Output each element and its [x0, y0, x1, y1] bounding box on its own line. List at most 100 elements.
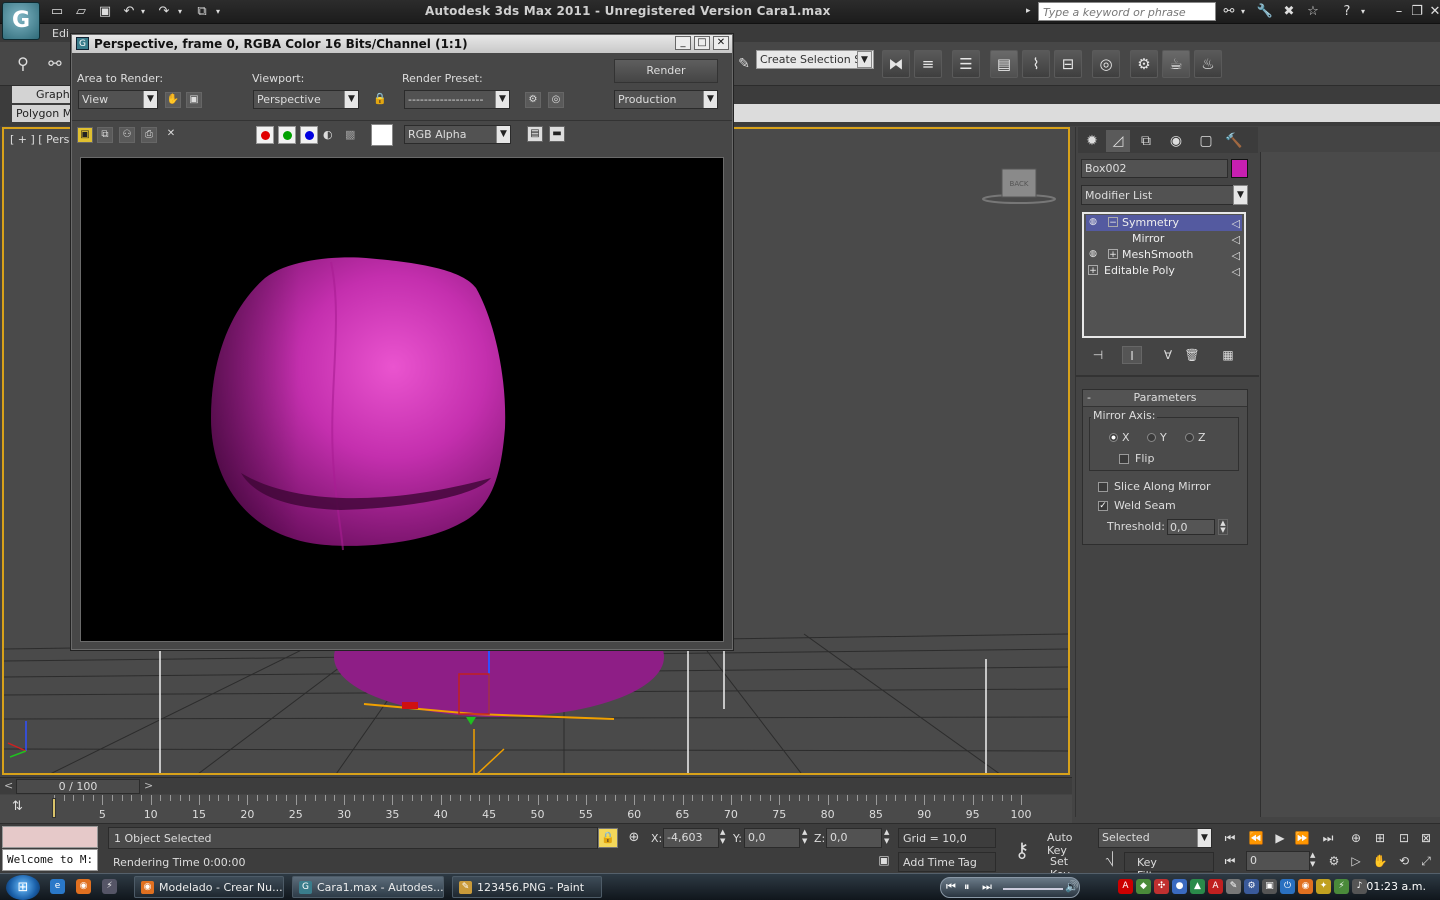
slice-along-mirror-checkbox[interactable]: Slice Along Mirror — [1098, 480, 1211, 493]
render-button[interactable]: Render — [614, 59, 718, 83]
time-tag-icon[interactable]: ▣ — [874, 853, 894, 871]
media-next-icon[interactable]: ⏭ — [982, 880, 992, 894]
dropdown-arrow-icon[interactable]: ▼ — [703, 91, 717, 108]
flip-checkbox[interactable]: Flip — [1119, 452, 1154, 465]
redo-dropdown-icon[interactable]: ▾ — [175, 3, 185, 20]
y-coordinate-field[interactable]: 0,0 — [744, 828, 800, 848]
selection-set-dropdown-icon[interactable]: ▼ — [857, 51, 872, 68]
key-mode-toggle-icon[interactable]: ⏮ — [1220, 851, 1240, 871]
current-frame-field[interactable]: 0 — [1246, 851, 1310, 871]
display-channel-dropdown[interactable]: RGB Alpha ▼ — [404, 125, 511, 144]
dropdown-arrow-icon[interactable]: ▼ — [1197, 829, 1211, 847]
application-button[interactable]: G — [2, 2, 40, 40]
clone-window-icon[interactable]: ⚇ — [119, 127, 135, 143]
render-minimize-icon[interactable]: _ — [675, 36, 691, 50]
viewport-dropdown[interactable]: Perspective ▼ — [253, 90, 359, 109]
schematic-view-icon[interactable]: ⊟ — [1054, 50, 1082, 78]
object-name-field[interactable]: Box002 — [1081, 159, 1228, 178]
subscription-center-icon[interactable]: 🔧 — [1256, 3, 1274, 20]
field-of-view-icon[interactable]: ▷ — [1346, 851, 1366, 871]
expand-icon[interactable]: + — [1088, 265, 1098, 276]
alpha-channel-icon[interactable]: ◐ — [323, 128, 337, 142]
add-time-tag[interactable]: Add Time Tag — [898, 852, 996, 872]
tray-icon-4[interactable]: ● — [1172, 879, 1187, 894]
lightbulb-icon[interactable]: ◍ — [1088, 217, 1098, 227]
clear-image-icon[interactable]: ✕ — [163, 127, 179, 143]
axis-z-radio[interactable]: Z — [1185, 431, 1206, 444]
show-end-result-icon[interactable]: ◁ — [1232, 232, 1240, 247]
graphite-toggle-icon[interactable]: ▤ — [990, 50, 1018, 78]
menu-edit[interactable]: Edi — [52, 27, 69, 40]
lock-icon[interactable]: 🔒 — [373, 92, 387, 108]
threshold-input[interactable]: 0,0 — [1167, 519, 1215, 535]
ati-tray-icon[interactable]: A — [1208, 879, 1223, 894]
quick-launch-icon[interactable]: ⚡ — [102, 879, 117, 894]
tray-icon-2[interactable]: ◆ — [1136, 879, 1151, 894]
quick-access-dropdown-icon[interactable]: ▾ — [213, 3, 223, 20]
align-icon[interactable]: ≡ — [914, 50, 942, 78]
task-paint[interactable]: ✎ 123456.PNG - Paint — [452, 876, 602, 898]
network-icon[interactable]: ⚡ — [1334, 879, 1349, 894]
media-pause-icon[interactable]: ⏸ — [964, 880, 970, 894]
viewcube[interactable]: BACK — [982, 165, 1056, 205]
help-icon[interactable]: ? — [1338, 3, 1356, 20]
render-setup-icon[interactable]: ⚙ — [525, 92, 541, 108]
orbit-icon[interactable]: ⟲ — [1394, 851, 1414, 871]
close-icon[interactable]: ✕ — [1426, 3, 1440, 20]
acrobat-tray-icon[interactable]: A — [1118, 879, 1133, 894]
firefox-icon[interactable]: ◉ — [76, 879, 91, 894]
open-file-icon[interactable]: ▱ — [72, 3, 90, 20]
render-maximize-icon[interactable]: □ — [694, 36, 710, 50]
modify-tab-icon[interactable]: ◿ — [1106, 130, 1130, 152]
mirror-icon[interactable]: ⧓ — [882, 50, 910, 78]
volume-slider[interactable] — [1003, 888, 1063, 890]
z-coordinate-field[interactable]: 0,0 — [826, 828, 882, 848]
stack-item-editable-poly[interactable]: + Editable Poly ◁ — [1086, 263, 1242, 279]
tray-icon-11[interactable]: ◉ — [1298, 879, 1313, 894]
collapse-icon[interactable]: − — [1108, 217, 1118, 228]
tray-icon-5[interactable]: ▲ — [1190, 879, 1205, 894]
tray-icon-7[interactable]: ✎ — [1226, 879, 1241, 894]
production-dropdown[interactable]: Production ▼ — [614, 90, 718, 109]
make-unique-icon[interactable]: ∀ — [1158, 346, 1178, 364]
communication-center-icon[interactable]: ✖ — [1280, 3, 1298, 20]
selection-lock-icon[interactable]: 🔒 — [598, 828, 618, 848]
maxscript-listener-pink[interactable] — [2, 826, 98, 848]
binoculars-dropdown-icon[interactable]: ▾ — [1238, 3, 1248, 20]
configure-modifier-sets-icon[interactable]: ▦ — [1218, 346, 1238, 364]
stack-item-mirror[interactable]: Mirror ◁ — [1086, 231, 1242, 247]
zoom-extents-icon[interactable]: ⊡ — [1394, 828, 1414, 848]
absolute-mode-icon[interactable]: ⊕ — [624, 828, 644, 848]
auto-region-icon[interactable]: ▣ — [186, 92, 202, 108]
undo-icon[interactable]: ↶ — [120, 3, 138, 20]
time-slider-thumb[interactable]: 0 / 100 — [16, 779, 140, 794]
play-icon[interactable]: ▶ — [1270, 828, 1290, 848]
checkbox[interactable] — [1098, 481, 1108, 492]
redo-icon[interactable]: ↷ — [155, 3, 173, 20]
layer-manager-icon[interactable]: ☰ — [952, 50, 980, 78]
minimize-icon[interactable]: – — [1390, 3, 1408, 20]
dropdown-arrow-icon[interactable]: ▼ — [344, 91, 358, 108]
hierarchy-tab-icon[interactable]: ⧉ — [1134, 130, 1158, 152]
ribbon-tab-graphite[interactable]: Graphi — [12, 86, 70, 103]
maxscript-listener[interactable]: Welcome to M: — [2, 849, 98, 871]
lightbulb-icon[interactable]: ◍ — [1088, 249, 1098, 259]
maximize-viewport-icon[interactable]: ⤢ — [1416, 851, 1436, 871]
time-slider[interactable]: < 0 / 100 > — [0, 777, 1072, 794]
media-player-controls[interactable]: ⏮ ⏸ ⏭ 🔊 — [940, 877, 1080, 898]
next-frame-icon[interactable]: ⏩ — [1292, 828, 1312, 848]
create-tab-icon[interactable]: ✹ — [1080, 130, 1104, 152]
green-channel-toggle[interactable] — [278, 126, 296, 144]
search-input[interactable]: Type a keyword or phrase — [1038, 2, 1216, 21]
environment-effects-icon[interactable]: ◎ — [548, 92, 564, 108]
render-production-icon[interactable]: ♨ — [1194, 50, 1222, 78]
sound-icon[interactable]: ♪ — [1352, 879, 1367, 894]
start-button[interactable]: ⊞ — [6, 875, 40, 900]
monochrome-icon[interactable]: ▩ — [345, 128, 359, 142]
weld-seam-checkbox[interactable]: ✓ Weld Seam — [1098, 499, 1176, 512]
tray-icon-9[interactable]: ▣ — [1262, 879, 1277, 894]
motion-tab-icon[interactable]: ◉ — [1164, 130, 1188, 152]
time-prev-icon[interactable]: < — [4, 779, 13, 792]
x-spinner[interactable]: ▲ ▼ — [720, 828, 730, 848]
render-close-icon[interactable]: ✕ — [713, 36, 729, 50]
